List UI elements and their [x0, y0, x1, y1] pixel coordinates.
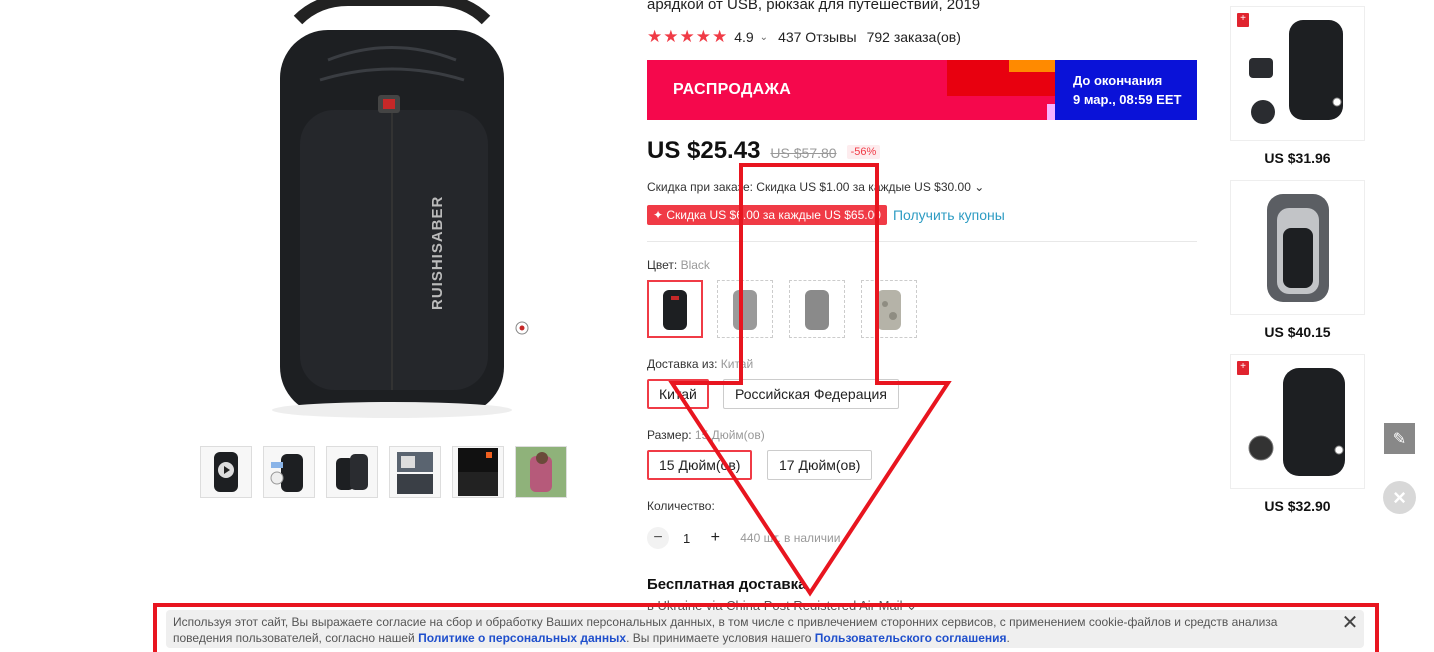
ship-from-label-text: Доставка из: [647, 357, 718, 371]
sale-banner: РАСПРОДАЖА [647, 60, 1055, 120]
thumbnail-2[interactable] [263, 446, 315, 498]
divider [647, 241, 1197, 242]
user-agreement-link[interactable]: Пользовательского соглашения [815, 631, 1007, 645]
color-swatch-grey-2[interactable] [789, 280, 845, 338]
sale-banner-decoration [947, 60, 1055, 120]
sale-label: РАСПРОДАЖА [673, 81, 792, 98]
thumbnail-video[interactable] [200, 446, 252, 498]
thumbnail-4[interactable] [389, 446, 441, 498]
size-option-15[interactable]: 15 Дюйм(ов) [647, 450, 753, 480]
recommendation-image[interactable] [1230, 180, 1365, 315]
size-option-17[interactable]: 17 Дюйм(ов) [767, 450, 873, 480]
color-swatch-camo[interactable] [861, 280, 917, 338]
recommendation-image[interactable]: + [1230, 354, 1365, 489]
countdown-label: До окончания [1073, 73, 1163, 88]
cookie-close-button[interactable]: ✕ [1340, 612, 1360, 634]
color-label-text: Цвет: [647, 258, 678, 272]
free-shipping-heading: Бесплатная доставка [647, 576, 807, 593]
edit-button[interactable]: ✎ [1384, 423, 1415, 454]
discount-badge: -56% [846, 145, 881, 159]
coupon-row: ✦ Скидка US $6.00 за каждые US $65.00 По… [647, 205, 1005, 225]
main-product-image[interactable]: RUISHISABER [228, 0, 556, 425]
recommendation-price: US $32.90 [1264, 498, 1331, 514]
color-swatch-grey[interactable] [717, 280, 773, 338]
pencil-icon: ✎ [1392, 430, 1407, 448]
recommendation-2[interactable]: US $40.15 [1230, 180, 1365, 340]
sale-countdown: До окончания 9 мар., 08:59 EET [1055, 60, 1197, 120]
product-title: арядкой от USB, рюкзак для путешествий, … [647, 0, 981, 13]
old-price: US $57.80 [770, 145, 837, 161]
order-discount[interactable]: Скидка при заказе: Скидка US $1.00 за ка… [647, 180, 984, 194]
thumbnail-5[interactable] [452, 446, 504, 498]
quantity-stepper: − 1 + 440 шт. в наличии [647, 527, 840, 549]
recommendation-image[interactable]: + [1230, 6, 1365, 141]
ship-from-label: Доставка из: Китай [647, 357, 753, 371]
cookie-text-3: . [1006, 631, 1010, 645]
svg-text:RUISHISABER: RUISHISABER [429, 196, 446, 310]
color-swatch-black[interactable] [647, 280, 703, 338]
cookie-text-2: . Вы принимаете условия нашего [626, 631, 815, 645]
coupon-badge[interactable]: ✦ Скидка US $6.00 за каждые US $65.00 [647, 205, 887, 225]
close-icon: × [1393, 484, 1406, 510]
price-row: US $25.43 US $57.80 -56% [647, 137, 881, 165]
chevron-down-icon[interactable]: ⌄ [760, 32, 768, 43]
brand-flag-icon: + [1237, 361, 1249, 375]
rating-row: ★★★★★ 4.9 ⌄ 437 Отзывы 792 заказа(ов) [647, 27, 961, 47]
color-label: Цвет: Black [647, 258, 710, 272]
quantity-label: Количество: [647, 499, 715, 513]
ship-from-china[interactable]: Китай [647, 379, 709, 409]
size-label: Размер: 15 Дюйм(ов) [647, 428, 765, 442]
cookie-consent-bar: Используя этот сайт, Вы выражаете соглас… [166, 610, 1364, 648]
orders-count: 792 заказа(ов) [866, 29, 961, 45]
reviews-link[interactable]: 437 Отзывы [778, 29, 857, 45]
thumbnail-3[interactable] [326, 446, 378, 498]
stock-count: 440 шт. в наличии [740, 531, 841, 545]
ship-from-value: Китай [720, 357, 754, 371]
privacy-policy-link[interactable]: Политике о персональных данных [418, 631, 626, 645]
ship-from-russia[interactable]: Российская Федерация [723, 379, 899, 409]
quantity-value[interactable]: 1 [683, 531, 690, 546]
current-price: US $25.43 [647, 137, 761, 164]
star-rating-icon: ★★★★★ [647, 27, 729, 46]
size-value: 15 Дюйм(ов) [694, 428, 765, 442]
rating-value[interactable]: 4.9 [734, 29, 753, 45]
brand-flag-icon: + [1237, 13, 1249, 27]
recommendation-1[interactable]: + US $31.96 [1230, 6, 1365, 166]
thumbnail-strip [200, 446, 567, 498]
recommendation-3[interactable]: + US $32.90 [1230, 354, 1365, 514]
size-label-text: Размер: [647, 428, 692, 442]
get-coupons-link[interactable]: Получить купоны [893, 207, 1005, 223]
thumbnail-6[interactable] [515, 446, 567, 498]
recommendation-price: US $31.96 [1264, 150, 1331, 166]
quantity-minus-button[interactable]: − [647, 527, 669, 549]
countdown-date: 9 мар., 08:59 EET [1073, 92, 1182, 107]
close-floating-button[interactable]: × [1383, 481, 1416, 514]
quantity-plus-button[interactable]: + [704, 527, 727, 549]
recommendation-price: US $40.15 [1264, 324, 1331, 340]
color-value: Black [680, 258, 710, 272]
